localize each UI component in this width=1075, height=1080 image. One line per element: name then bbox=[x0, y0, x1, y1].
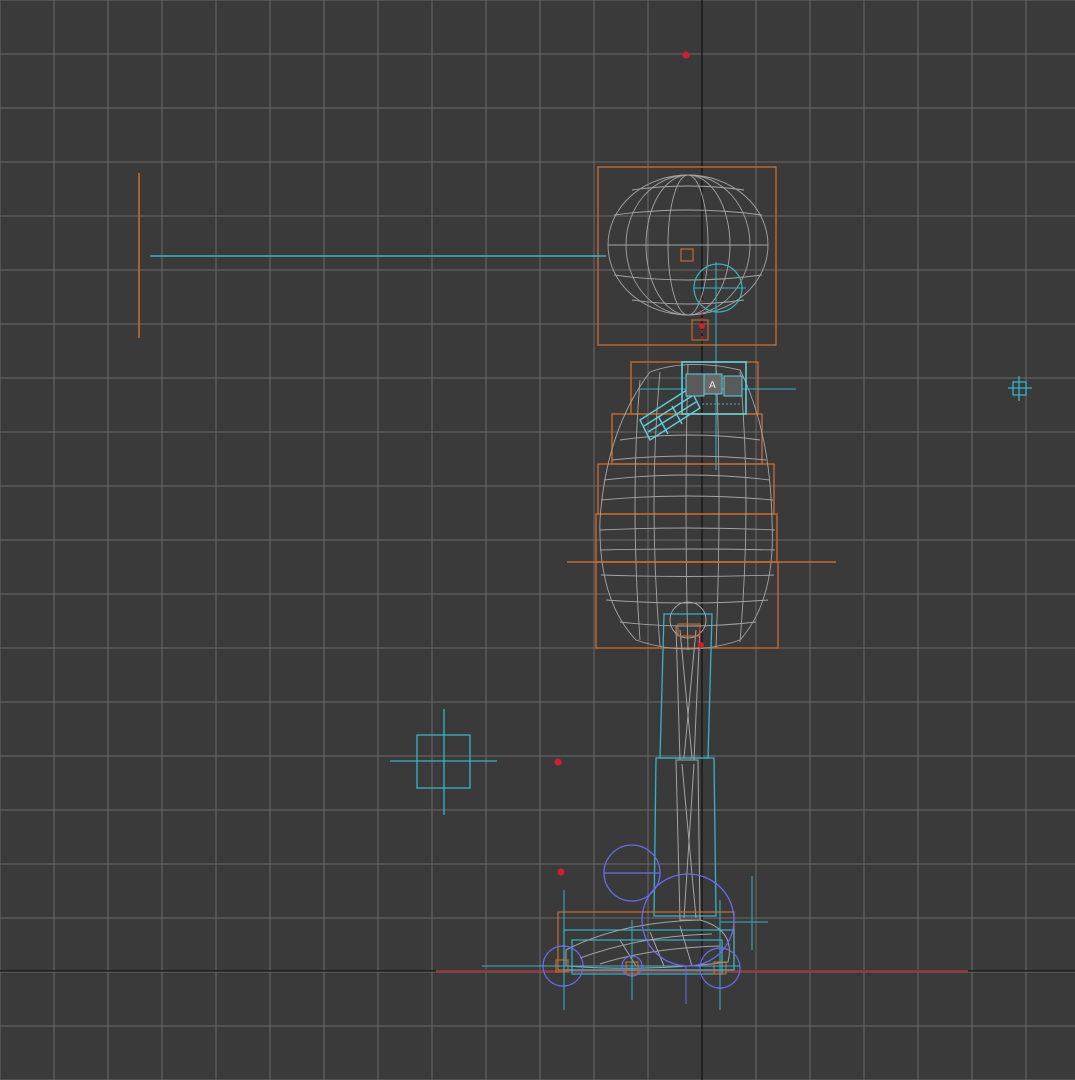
pivot-marker-hip[interactable] bbox=[698, 642, 704, 648]
scene-canvas[interactable]: A bbox=[0, 0, 1075, 1080]
pivot-marker-knee[interactable] bbox=[554, 758, 562, 766]
pivot-marker-neck[interactable] bbox=[699, 323, 705, 329]
construction-grid bbox=[0, 0, 1075, 1080]
pivot-marker-top[interactable] bbox=[682, 51, 690, 59]
viewport[interactable]: A bbox=[0, 0, 1075, 1080]
head-badge-letter: A bbox=[709, 380, 716, 391]
pivot-marker-foot[interactable] bbox=[557, 868, 565, 876]
shoulder-box-inner-left[interactable] bbox=[685, 373, 705, 397]
shoulder-box-inner-right[interactable] bbox=[723, 375, 743, 397]
